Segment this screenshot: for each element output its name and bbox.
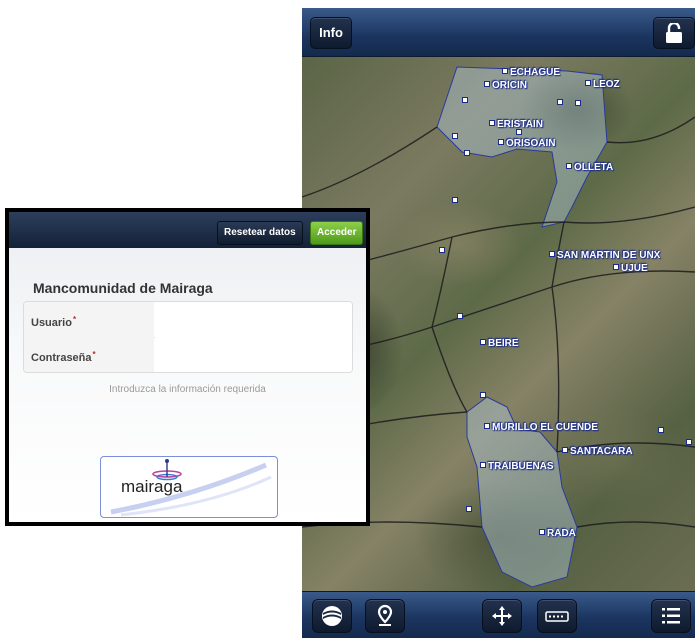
- mairaga-logo: mairaga: [100, 456, 278, 518]
- town-label[interactable]: BEIRE: [480, 337, 519, 350]
- keyboard-button[interactable]: [537, 599, 577, 633]
- login-header-bar: Resetear datos Acceder: [9, 212, 366, 248]
- hint-text: Introduzca la información requerida: [109, 384, 266, 395]
- login-form: Usuario* Contraseña*: [23, 301, 353, 373]
- password-input[interactable]: [155, 337, 352, 372]
- layers-button[interactable]: [312, 599, 352, 633]
- login-dialog-content: Resetear datos Acceder Mancomunidad de M…: [9, 212, 366, 522]
- map-point[interactable]: [557, 99, 563, 105]
- map-point[interactable]: [452, 197, 458, 203]
- town-label[interactable]: UJUE: [613, 262, 648, 275]
- username-label: Usuario*: [24, 302, 154, 337]
- town-label[interactable]: ORISOAIN: [498, 137, 555, 150]
- access-button[interactable]: Acceder: [310, 221, 364, 245]
- lock-button[interactable]: [653, 17, 695, 49]
- password-row: Contraseña*: [24, 337, 352, 372]
- map-point[interactable]: [480, 392, 486, 398]
- map-point[interactable]: [457, 313, 463, 319]
- move-arrows-icon: [492, 606, 512, 626]
- town-label[interactable]: SAN MARTIN DE UNX: [549, 249, 660, 262]
- required-mark: *: [72, 315, 77, 324]
- map-point[interactable]: [452, 133, 458, 139]
- map-point[interactable]: [686, 439, 692, 445]
- login-body: Mancomunidad de Mairaga Usuario* Contras…: [9, 248, 366, 522]
- town-label[interactable]: SANTACARA: [562, 445, 633, 458]
- username-row: Usuario*: [24, 302, 352, 338]
- top-toolbar: Info: [302, 8, 695, 57]
- location-pin-icon: [377, 604, 393, 626]
- town-label[interactable]: TRAIBUENAS: [480, 460, 554, 473]
- keyboard-icon: [545, 611, 569, 622]
- town-label[interactable]: ORICIN: [484, 79, 527, 92]
- map-point[interactable]: [575, 100, 581, 106]
- town-label[interactable]: ECHAGUE: [502, 66, 560, 79]
- required-mark: *: [92, 350, 96, 359]
- organization-title: Mancomunidad de Mairaga: [33, 280, 213, 296]
- login-dialog: Resetear datos Acceder Mancomunidad de M…: [5, 208, 370, 526]
- bottom-toolbar: [302, 591, 695, 638]
- town-label[interactable]: ERISTAIN: [489, 118, 543, 131]
- username-input[interactable]: [155, 302, 352, 337]
- map-point[interactable]: [439, 247, 445, 253]
- map-point[interactable]: [466, 506, 472, 512]
- reset-data-button[interactable]: Resetear datos: [217, 221, 303, 245]
- list-menu-icon: [662, 608, 680, 624]
- menu-button[interactable]: [651, 599, 691, 633]
- map-point[interactable]: [658, 427, 664, 433]
- town-label[interactable]: OLLETA: [566, 161, 613, 174]
- town-label[interactable]: RADA: [539, 527, 576, 540]
- info-button[interactable]: Info: [310, 17, 352, 49]
- town-label[interactable]: LEOZ: [585, 78, 620, 91]
- map-point[interactable]: [462, 97, 468, 103]
- logo-text: mairaga: [121, 477, 183, 496]
- location-button[interactable]: [365, 599, 405, 633]
- town-label[interactable]: MURILLO EL CUENDE: [484, 421, 598, 434]
- pan-button[interactable]: [482, 599, 522, 633]
- unlock-icon: [666, 23, 682, 43]
- map-point[interactable]: [464, 150, 470, 156]
- layers-globe-icon: [322, 606, 342, 626]
- password-label: Contraseña*: [24, 337, 154, 372]
